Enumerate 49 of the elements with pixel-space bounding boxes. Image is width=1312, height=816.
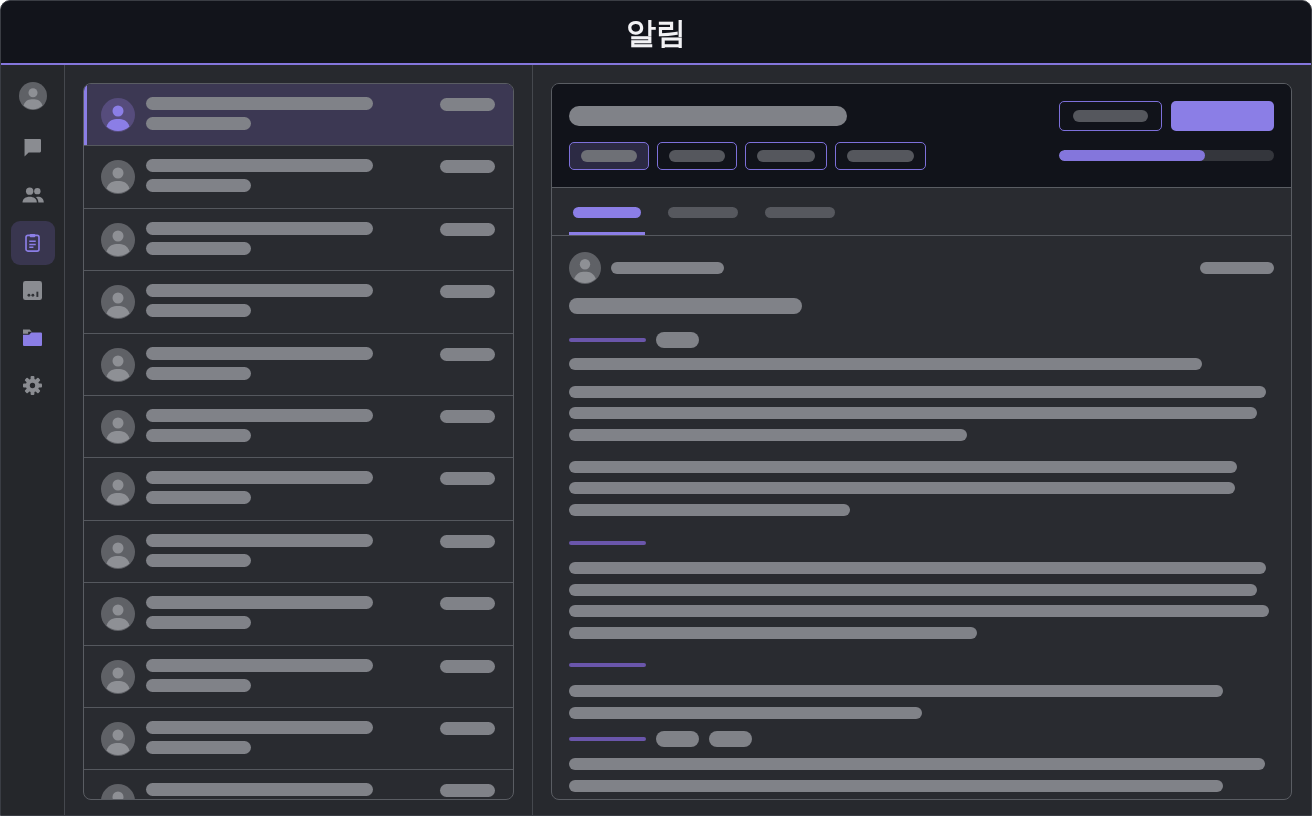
skeleton-line	[440, 285, 495, 299]
skeleton-pill	[709, 731, 752, 747]
filter-chip[interactable]	[745, 142, 827, 170]
skeleton-line	[440, 721, 495, 735]
skeleton-line	[668, 207, 738, 218]
avatar-icon	[569, 252, 601, 284]
avatar-icon	[101, 409, 135, 444]
skeleton-line	[581, 150, 637, 162]
filter-chip[interactable]	[835, 142, 926, 170]
avatar-icon	[101, 472, 135, 507]
avatar-icon	[101, 160, 135, 195]
avatar-icon	[101, 98, 135, 132]
window-title: 알림	[626, 14, 686, 52]
skeleton-line	[440, 98, 495, 111]
skeleton-line	[765, 207, 835, 218]
filter-chip[interactable]	[569, 142, 649, 170]
avatar-icon	[101, 534, 135, 569]
avatar-icon	[101, 222, 135, 257]
skeleton-line	[440, 160, 495, 174]
notification-item[interactable]	[84, 84, 513, 147]
avatar-icon[interactable]	[18, 82, 47, 110]
skeleton-line	[847, 150, 914, 162]
nav-item[interactable]	[10, 220, 55, 265]
avatar-icon	[101, 659, 135, 694]
clipboard-icon	[23, 233, 42, 252]
skeleton-line	[440, 534, 495, 548]
settings-icon	[23, 375, 42, 395]
skeleton-line	[440, 659, 495, 673]
skeleton-line	[757, 150, 815, 162]
chat-icon	[23, 138, 42, 157]
skeleton-line	[440, 347, 495, 361]
skeleton-line	[440, 222, 495, 236]
filter-chip[interactable]	[657, 142, 737, 170]
skeleton-line	[440, 784, 495, 798]
skeleton-line	[440, 597, 495, 611]
skeleton-line	[440, 409, 495, 423]
panel-icon	[23, 280, 42, 300]
skeleton-line	[573, 207, 641, 218]
people-icon	[21, 187, 44, 203]
skeleton-line	[440, 472, 495, 486]
folder-icon	[23, 328, 42, 347]
avatar-icon	[101, 347, 135, 382]
avatar-icon	[101, 721, 135, 756]
skeleton-pill	[656, 731, 699, 747]
avatar-icon	[101, 285, 135, 320]
secondary-button[interactable]	[1059, 101, 1162, 131]
skeleton-pill	[656, 332, 699, 348]
avatar-icon	[101, 597, 135, 632]
skeleton-line	[669, 150, 725, 162]
